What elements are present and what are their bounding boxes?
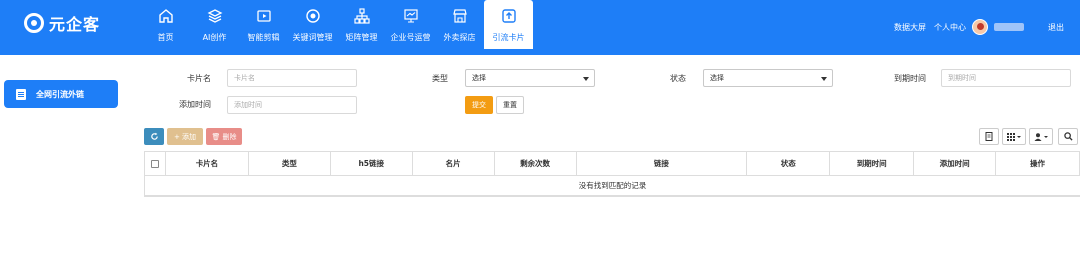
submit-button[interactable]: 提交: [465, 96, 493, 114]
nav-label: 外卖探店: [443, 33, 476, 42]
document-icon: [16, 88, 26, 100]
column-header[interactable]: 类型: [249, 152, 331, 175]
status-select[interactable]: 选择: [703, 69, 833, 87]
avatar[interactable]: [972, 19, 988, 35]
sidebar-item-label: 全网引流外链: [36, 89, 84, 99]
store-icon: [451, 7, 469, 25]
username-redacted: [994, 23, 1024, 31]
layers-icon: [206, 7, 224, 25]
column-header[interactable]: 卡片名: [166, 152, 249, 175]
column-header[interactable]: 添加时间: [914, 152, 997, 175]
type-select[interactable]: 选择: [465, 69, 595, 87]
brand-name: 元企客: [49, 15, 101, 34]
select-all-cell: [145, 152, 166, 175]
add-button[interactable]: + 添加: [167, 128, 203, 145]
sidebar-item-lead-links[interactable]: 全网引流外链: [4, 80, 118, 108]
delete-button[interactable]: 🗑 删除: [206, 128, 242, 145]
type-select-value: 选择: [472, 74, 486, 82]
dashboard-link[interactable]: 数据大屏: [894, 22, 926, 33]
expire-time-label: 到期时间: [894, 74, 926, 83]
search-icon: [1063, 132, 1073, 141]
upload-card-icon: [500, 7, 518, 25]
user-icon: [1034, 132, 1048, 141]
column-header[interactable]: 状态: [747, 152, 831, 175]
nav-label: 关键词管理: [292, 33, 333, 42]
table-header: 卡片名 类型 h5链接 名片 剩余次数 链接 状态 到期时间 添加时间 操作: [145, 152, 1080, 176]
brand-logo[interactable]: 元企客: [24, 12, 100, 34]
nav-item-keywords[interactable]: 关键词管理: [288, 0, 337, 49]
nav-label: 矩阵管理: [345, 33, 378, 42]
nav-item-lead-card[interactable]: 引流卡片: [484, 0, 533, 49]
refresh-button[interactable]: [144, 128, 164, 145]
select-all-checkbox[interactable]: [150, 159, 159, 168]
nav-label: 首页: [157, 33, 174, 42]
cards-table: 卡片名 类型 h5链接 名片 剩余次数 链接 状态 到期时间 添加时间 操作 没…: [144, 151, 1080, 197]
nav-label: 智能剪辑: [247, 33, 280, 42]
type-label: 类型: [432, 74, 448, 83]
column-header[interactable]: 链接: [577, 152, 748, 175]
nav-label: AI创作: [202, 33, 227, 42]
target-icon: [304, 7, 322, 25]
hierarchy-icon: [353, 7, 371, 25]
top-navbar: 元企客 首页 AI创作 智能剪辑 关键词管理 矩阵管理 企业号运营 外卖探店 引…: [0, 0, 1080, 55]
chevron-down-icon: [583, 77, 589, 81]
card-name-input[interactable]: 卡片名: [227, 69, 357, 87]
logout-link[interactable]: 退出: [1048, 22, 1064, 33]
nav-label: 企业号运营: [390, 33, 431, 42]
nav-item-enterprise[interactable]: 企业号运营: [386, 0, 435, 49]
status-label: 状态: [670, 74, 686, 83]
presentation-icon: [402, 7, 420, 25]
video-icon: [255, 7, 273, 25]
header-actions: 数据大屏 个人中心 退出: [886, 19, 1064, 35]
nav-item-food-delivery[interactable]: 外卖探店: [435, 0, 484, 49]
nav-item-ai-create[interactable]: AI创作: [190, 0, 239, 49]
search-button[interactable]: [1058, 128, 1078, 145]
expire-time-input[interactable]: 到期时间: [941, 69, 1071, 87]
chevron-down-icon: [821, 77, 827, 81]
home-icon: [157, 7, 175, 25]
nav-item-matrix[interactable]: 矩阵管理: [337, 0, 386, 49]
personal-center-link[interactable]: 个人中心: [934, 22, 966, 33]
user-filter-button[interactable]: [1029, 128, 1053, 145]
nav-item-smart-edit[interactable]: 智能剪辑: [239, 0, 288, 49]
export-button[interactable]: [979, 128, 999, 145]
nav-label: 引流卡片: [492, 33, 525, 42]
column-header[interactable]: h5链接: [331, 152, 413, 175]
status-select-value: 选择: [710, 74, 724, 82]
column-header[interactable]: 到期时间: [830, 152, 915, 175]
column-header[interactable]: 剩余次数: [495, 152, 577, 175]
empty-message: 没有找到匹配的记录: [145, 176, 1080, 196]
columns-toggle-button[interactable]: [1002, 128, 1026, 145]
nav-item-home[interactable]: 首页: [141, 0, 190, 49]
main-nav: 首页 AI创作 智能剪辑 关键词管理 矩阵管理 企业号运营 外卖探店 引流卡片: [141, 0, 533, 55]
column-header[interactable]: 名片: [413, 152, 495, 175]
card-name-label: 卡片名: [187, 74, 211, 83]
reset-button[interactable]: 重置: [496, 96, 524, 114]
refresh-icon: [150, 132, 158, 140]
add-time-input[interactable]: 添加时间: [227, 96, 357, 114]
logo-icon: [24, 13, 44, 33]
document-icon: [985, 132, 993, 141]
grid-icon: [1007, 132, 1021, 141]
add-time-label: 添加时间: [179, 100, 211, 109]
column-header[interactable]: 操作: [996, 152, 1080, 175]
